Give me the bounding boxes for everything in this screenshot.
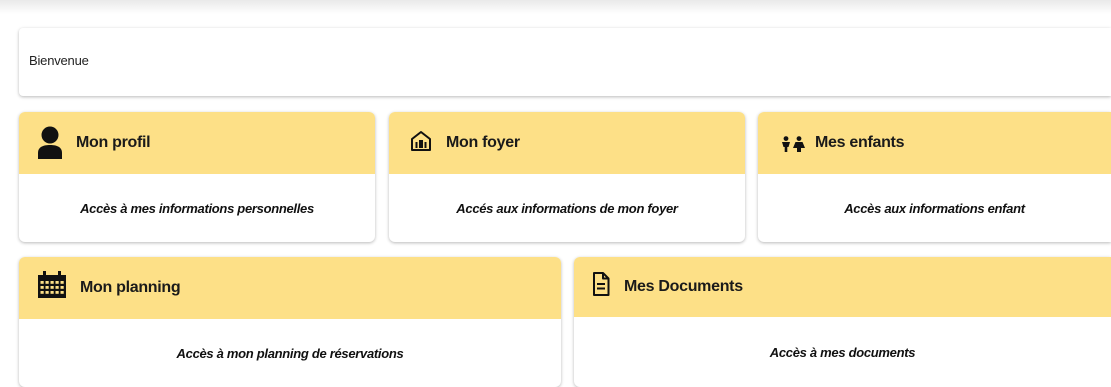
card-body: Accès aux informations enfant [758, 174, 1111, 242]
card-description: Accès à mon planning de réservations [176, 345, 404, 361]
card-title: Mes enfants [815, 134, 905, 151]
card-mon-planning[interactable]: Mon planning Accès à mon planning de rés… [19, 257, 561, 387]
card-description: Accès à mes informations personnelles [80, 200, 314, 216]
top-shadow [0, 0, 1111, 14]
card-body: Accès à mes informations personnelles [19, 174, 375, 242]
card-body: Accès à mon planning de réservations [19, 319, 561, 387]
card-body: Accès à mes documents [574, 317, 1111, 387]
welcome-panel: Bienvenue [19, 28, 1111, 96]
card-title: Mes Documents [624, 278, 743, 295]
welcome-text: Bienvenue [29, 53, 89, 68]
children-icon [780, 136, 806, 152]
home-icon [410, 130, 432, 152]
card-mon-profil[interactable]: Mon profil Accès à mes informations pers… [19, 112, 375, 242]
card-mon-foyer[interactable]: Mon foyer Accés aux informations de mon … [389, 112, 745, 242]
card-description: Accès à mes documents [769, 344, 916, 360]
card-mes-documents[interactable]: Mes Documents Accès à mes documents [574, 257, 1111, 387]
card-header: Mon planning [19, 257, 561, 319]
document-icon [592, 272, 610, 296]
card-header: Mes Documents [574, 257, 1111, 317]
calendar-icon [37, 271, 67, 299]
card-title: Mon profil [76, 134, 151, 151]
card-title: Mon planning [80, 279, 181, 296]
card-header: Mon foyer [389, 112, 745, 174]
card-description: Accés aux informations de mon foyer [456, 200, 678, 216]
person-icon [37, 126, 63, 160]
card-body: Accés aux informations de mon foyer [389, 174, 745, 242]
card-header: Mon profil [19, 112, 375, 174]
card-header: Mes enfants [758, 112, 1111, 174]
card-description: Accès aux informations enfant [844, 200, 1025, 216]
card-title: Mon foyer [446, 134, 520, 151]
card-mes-enfants[interactable]: Mes enfants Accès aux informations enfan… [758, 112, 1111, 242]
